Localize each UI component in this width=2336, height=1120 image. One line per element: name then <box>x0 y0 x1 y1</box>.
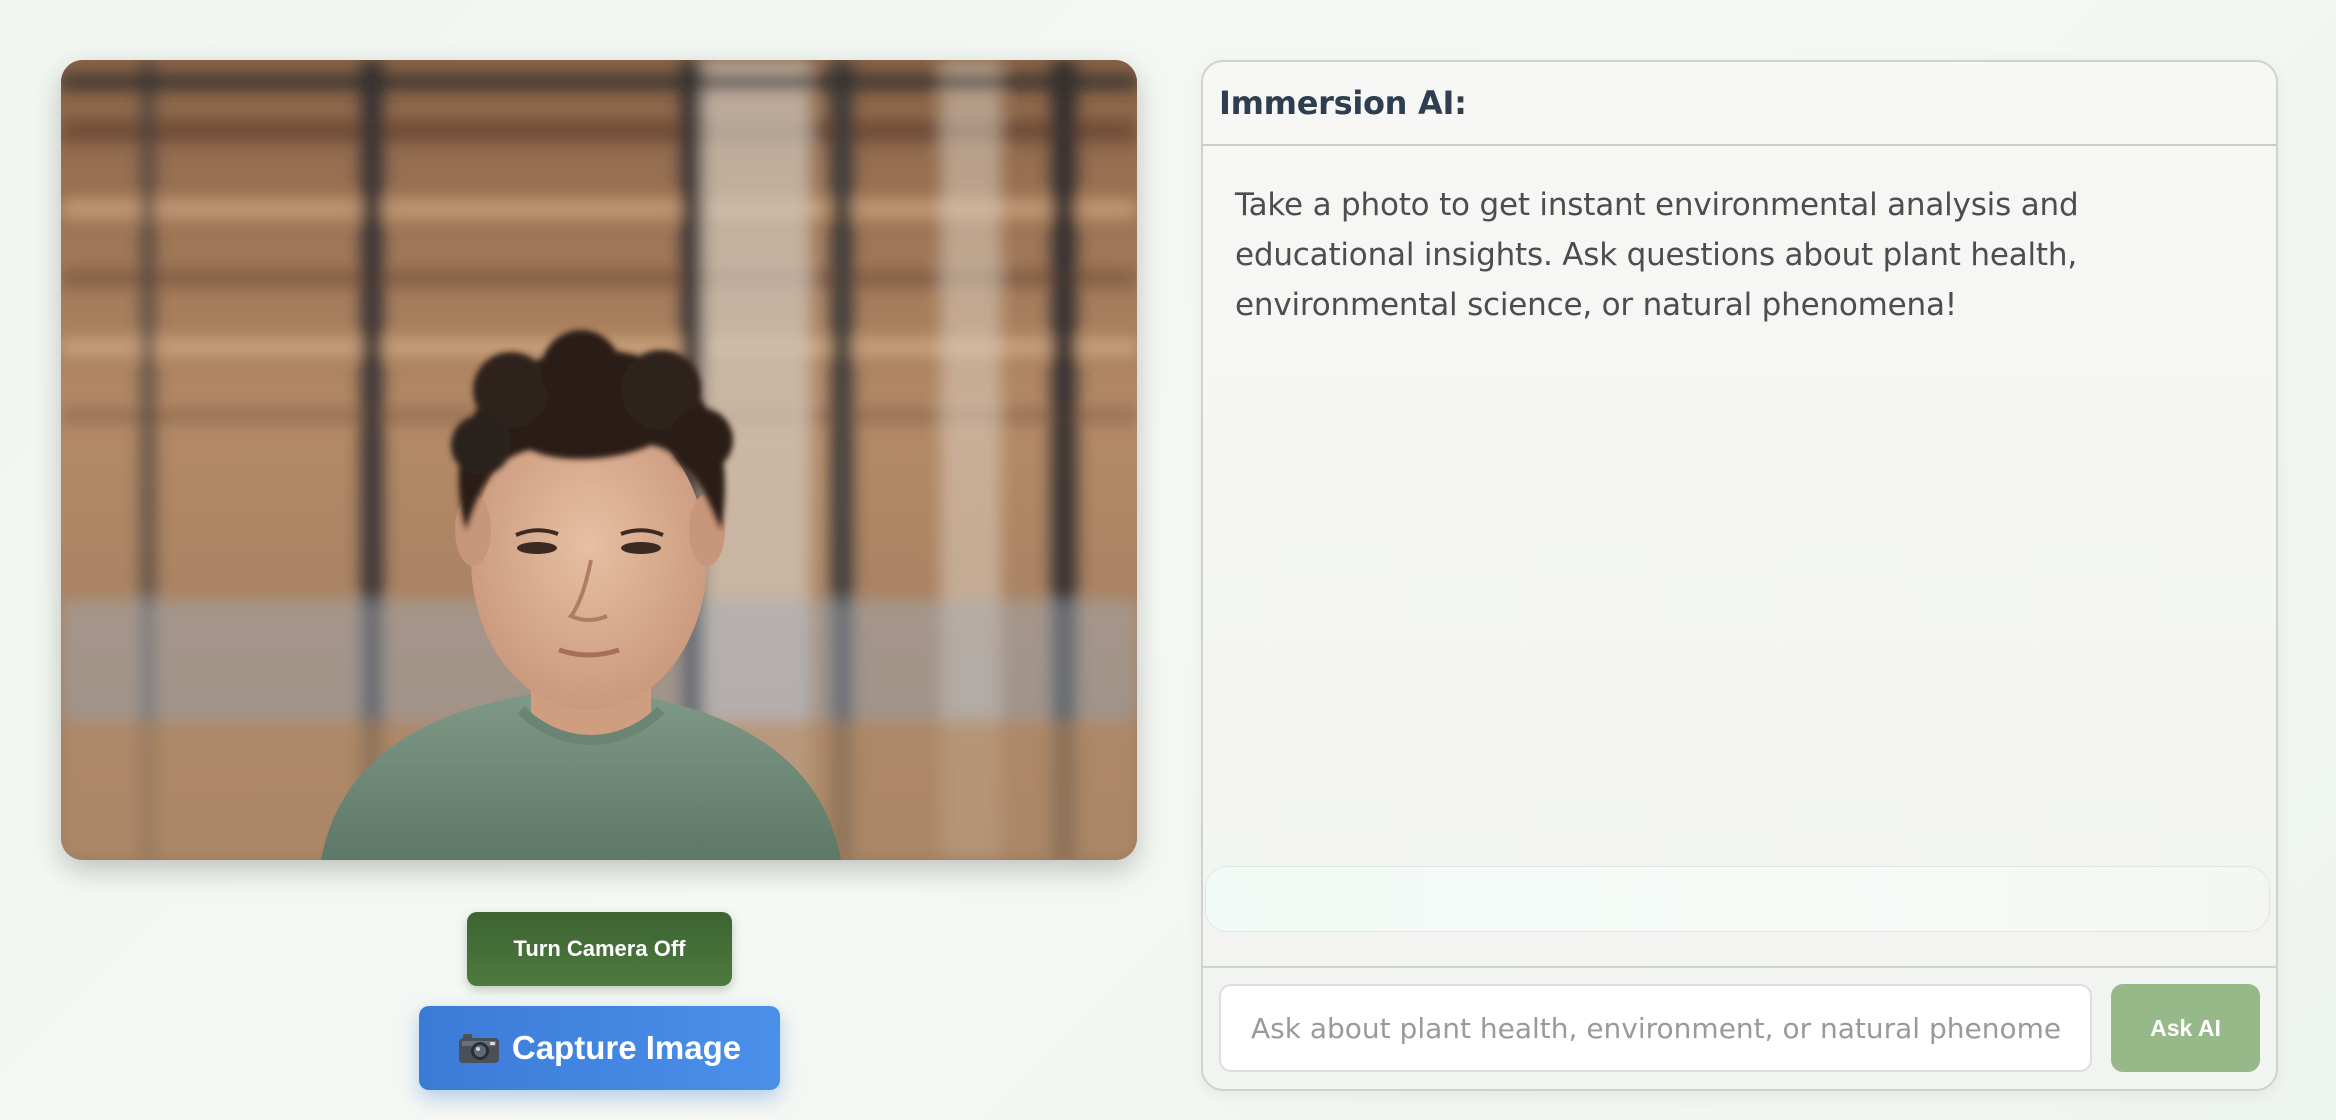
input-divider <box>1203 966 2276 968</box>
camera-icon <box>458 1032 500 1064</box>
question-input[interactable] <box>1219 984 2092 1072</box>
camera-feed-image <box>61 60 1137 860</box>
chat-header: Immersion AI: <box>1203 62 2276 146</box>
ask-ai-button[interactable]: Ask AI <box>2111 984 2260 1072</box>
turn-camera-off-button[interactable]: Turn Camera Off <box>467 912 732 986</box>
chat-title: Immersion AI: <box>1219 84 1467 122</box>
camera-feed <box>61 60 1137 860</box>
capture-image-button[interactable]: Capture Image <box>419 1006 780 1090</box>
chat-panel: Immersion AI: Take a photo to get instan… <box>1201 60 2278 1091</box>
status-bar <box>1205 866 2270 932</box>
capture-image-label: Capture Image <box>511 1029 742 1066</box>
ai-message: Take a photo to get instant environmenta… <box>1235 187 2079 323</box>
